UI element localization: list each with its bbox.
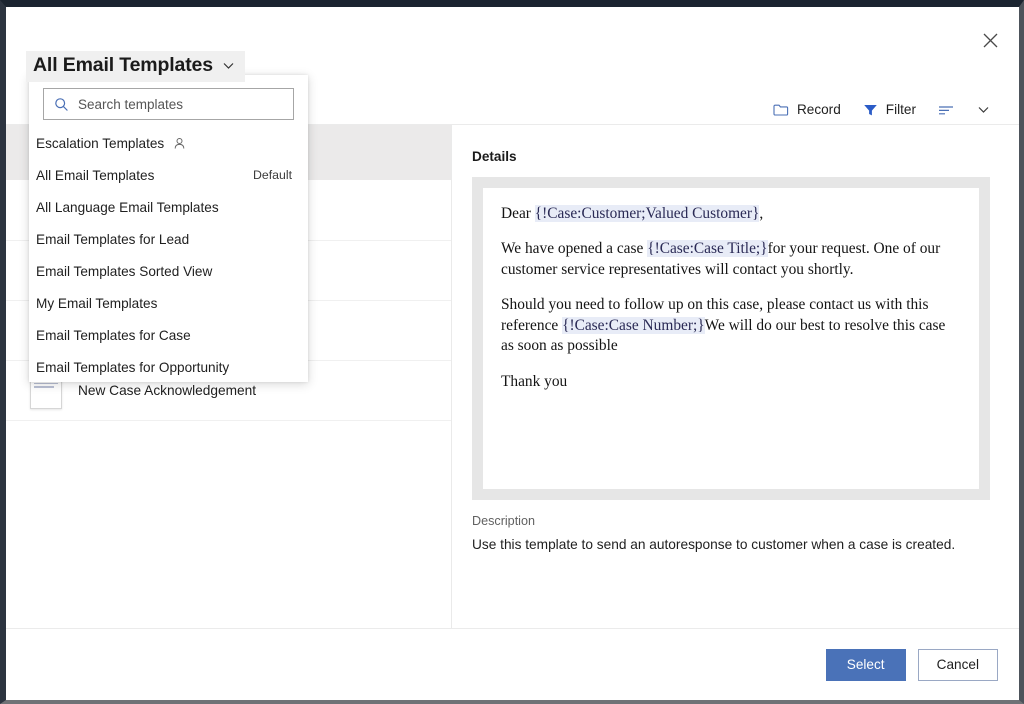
view-option-label: Email Templates for Opportunity: [36, 360, 229, 375]
greeting-suffix: ,: [759, 205, 763, 222]
view-selector-button[interactable]: All Email Templates: [26, 51, 245, 82]
case-title-token: {!Case:Case Title;}: [647, 240, 767, 257]
view-selector-dropdown: Escalation Templates All Email Templates D…: [29, 75, 308, 382]
view-option-label: Email Templates Sorted View: [36, 264, 212, 279]
view-option-item[interactable]: Escalation Templates: [29, 127, 308, 159]
view-option-item[interactable]: All Language Email Templates: [29, 191, 308, 223]
funnel-icon: [863, 103, 878, 117]
email-preview-box: Dear {!Case:Customer;Valued Customer}, W…: [472, 177, 990, 500]
view-option-item[interactable]: Email Templates for Case: [29, 319, 308, 351]
preview-closing: Thank you: [501, 372, 961, 392]
view-selector-label: All Email Templates: [33, 54, 213, 77]
folder-icon: [773, 103, 789, 117]
sort-lines-icon: [938, 104, 955, 116]
view-option-label: Email Templates for Lead: [36, 232, 189, 247]
view-option-item[interactable]: Email Templates Sorted View: [29, 255, 308, 287]
application-window: All Email Templates Escalation Templates…: [0, 0, 1024, 704]
customer-token: {!Case:Customer;Valued Customer}: [535, 205, 760, 222]
description-text: Use this template to send an autorespons…: [472, 537, 990, 552]
view-option-label: Email Templates for Case: [36, 328, 191, 343]
details-heading: Details: [472, 149, 517, 164]
template-picker-dialog: All Email Templates Escalation Templates…: [6, 7, 1019, 700]
search-input[interactable]: [78, 97, 283, 112]
preview-greeting: Dear {!Case:Customer;Valued Customer},: [501, 204, 961, 224]
default-view-badge: Default: [253, 168, 292, 182]
filter-button[interactable]: Filter: [854, 97, 925, 122]
view-option-item[interactable]: All Email Templates Default: [29, 159, 308, 191]
preview-paragraph-3: Should you need to follow up on this cas…: [501, 295, 961, 356]
email-preview-content: Dear {!Case:Customer;Valued Customer}, W…: [483, 188, 979, 489]
view-option-label: All Email Templates: [36, 168, 154, 183]
preview-paragraph-2: We have opened a case {!Case:Case Title;…: [501, 239, 961, 280]
view-option-item[interactable]: My Email Templates: [29, 287, 308, 319]
view-option-item[interactable]: Email Templates for Lead: [29, 223, 308, 255]
chevron-down-icon: [222, 59, 235, 72]
select-button[interactable]: Select: [826, 649, 906, 681]
search-icon: [54, 97, 69, 112]
record-button[interactable]: Record: [764, 97, 850, 122]
filter-label: Filter: [886, 102, 916, 117]
record-label: Record: [797, 102, 841, 117]
sort-button[interactable]: [929, 99, 964, 121]
close-icon[interactable]: [974, 24, 1006, 56]
greeting-prefix: Dear: [501, 205, 535, 222]
case-number-token: {!Case:Case Number;}: [562, 317, 705, 334]
search-box[interactable]: [43, 88, 294, 120]
more-commands-button[interactable]: [968, 98, 999, 121]
view-option-label: My Email Templates: [36, 296, 157, 311]
view-options-list: Escalation Templates All Email Templates D…: [29, 127, 308, 383]
description-label: Description: [472, 514, 535, 528]
view-option-label: Escalation Templates: [36, 136, 164, 151]
person-icon: [173, 137, 186, 150]
template-name: New Case Acknowledgement: [78, 383, 256, 398]
dialog-footer: Select Cancel: [6, 628, 1019, 700]
view-option-label: All Language Email Templates: [36, 200, 219, 215]
chevron-down-icon: [977, 103, 990, 116]
para2-prefix: We have opened a case: [501, 240, 647, 257]
view-option-item[interactable]: Email Templates for Opportunity: [29, 351, 308, 383]
cancel-button[interactable]: Cancel: [918, 649, 998, 681]
details-panel: Details Dear {!Case:Customer;Valued Cust…: [453, 125, 1019, 628]
